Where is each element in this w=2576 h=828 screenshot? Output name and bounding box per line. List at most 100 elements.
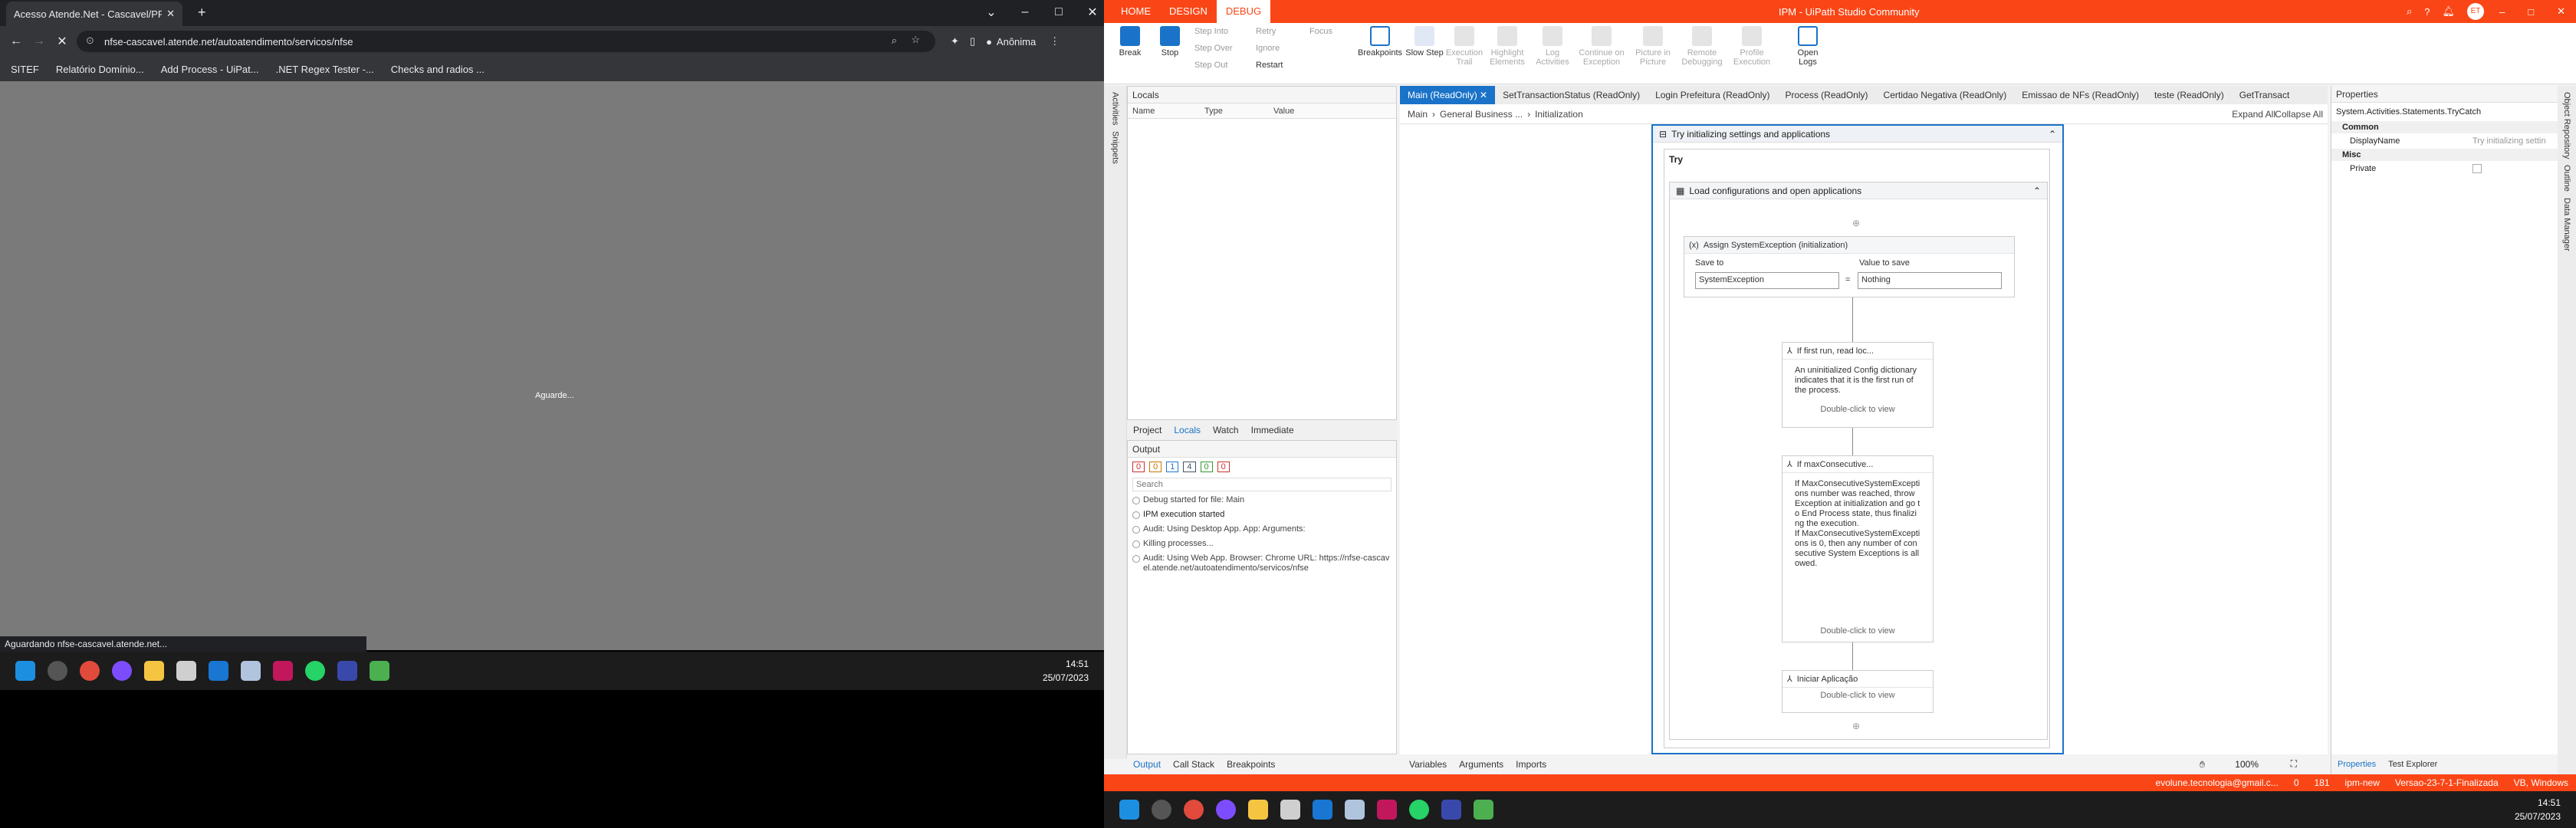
output-line[interactable]: IPM execution started <box>1128 508 1396 522</box>
sidebar-icon[interactable]: ▯ <box>970 35 975 48</box>
help-icon[interactable]: ? <box>2424 6 2430 18</box>
notes-icon[interactable] <box>176 661 196 681</box>
branch-status[interactable]: ipm-new <box>2338 777 2387 788</box>
highlight-elements-button[interactable]: Highlight Elements <box>1484 23 1530 67</box>
if-max-consecutive-activity[interactable]: ⅄ If maxConsecutive... If MaxConsecutiveS… <box>1782 455 1934 642</box>
pan-icon[interactable]: ✋︎ <box>2200 759 2205 770</box>
value-field[interactable]: Nothing <box>1858 272 2002 289</box>
bookmark-4[interactable]: Checks and radios ... <box>391 64 485 75</box>
activities-side-tab[interactable]: Activities <box>1111 92 1120 125</box>
menu-design[interactable]: DESIGN <box>1160 0 1217 23</box>
menu-icon[interactable]: ⋮ <box>1050 35 1060 48</box>
fit-icon[interactable]: ⛶ <box>2291 758 2297 770</box>
search-icon[interactable]: ⌕ <box>2407 5 2412 18</box>
slow-step-button[interactable]: Slow Step <box>1405 23 1444 58</box>
doc-tab[interactable]: Certidao Negativa (ReadOnly) <box>1876 86 2015 104</box>
bookmark-0[interactable]: SITEF <box>11 64 39 75</box>
collapse-icon[interactable]: ⌃ <box>2049 129 2056 140</box>
filter-warnings[interactable]: 0 <box>1149 462 1162 472</box>
screen-icon[interactable] <box>1345 800 1365 820</box>
breadcrumb-item[interactable]: General Business ... <box>1440 109 1523 120</box>
displayname-field[interactable]: Try initializing settin <box>2472 136 2546 146</box>
browser-tab[interactable]: Acesso Atende.Net - Cascavel/PR ✕ <box>6 2 182 26</box>
app-icon[interactable] <box>1152 800 1171 820</box>
tab-project[interactable]: Project <box>1127 425 1168 435</box>
clock[interactable]: 14:51 25/07/2023 <box>2515 796 2561 823</box>
address-bar[interactable]: ⊙ nfse-cascavel.atende.net/autoatendimen… <box>77 31 935 52</box>
github-icon[interactable] <box>1216 800 1236 820</box>
back-icon[interactable]: ← <box>5 34 28 48</box>
studio-minimize-icon[interactable]: – <box>2499 6 2505 18</box>
ignore-button[interactable]: Ignore <box>1256 40 1309 57</box>
profile-label[interactable]: Anônima <box>997 36 1036 48</box>
github-icon[interactable] <box>112 661 132 681</box>
extensions-icon[interactable]: ✦ <box>951 35 959 48</box>
platform-status[interactable]: VB, Windows <box>2506 777 2576 788</box>
tab-variables[interactable]: Variables <box>1403 759 1453 770</box>
output-search-input[interactable] <box>1132 478 1392 491</box>
col-type[interactable]: Type <box>1204 107 1273 116</box>
close-tab-icon[interactable]: ✕ <box>166 8 175 20</box>
whatsapp-icon[interactable] <box>305 661 325 681</box>
doc-tab[interactable]: GetTransact <box>2232 86 2298 104</box>
folder-icon[interactable] <box>144 661 164 681</box>
execution-trail-button[interactable]: Execution Trail <box>1444 23 1484 67</box>
breadcrumb-item[interactable]: Initialization <box>1535 109 1583 120</box>
picture-in-picture-button[interactable]: Picture in Picture <box>1628 23 1677 67</box>
bookmark-2[interactable]: Add Process - UiPat... <box>161 64 259 75</box>
output-line[interactable]: Killing processes... <box>1128 537 1396 551</box>
snippets-side-tab[interactable]: Snippets <box>1111 131 1120 164</box>
continue-on-exception-button[interactable]: Continue on Exception <box>1575 23 1628 67</box>
forward-icon[interactable]: → <box>28 34 51 48</box>
tab-test-explorer[interactable]: Test Explorer <box>2382 760 2443 769</box>
if-first-run-activity[interactable]: ⅄ If first run, read loc... An uninitiali… <box>1782 342 1934 428</box>
studio-icon[interactable] <box>209 661 228 681</box>
col-value[interactable]: Value <box>1273 107 1294 116</box>
version-status[interactable]: Versao-23-7-1-Finalizada <box>2387 777 2506 788</box>
add-activity-icon[interactable]: ⊕ <box>1852 721 1860 731</box>
doc-tab[interactable]: SetTransactionStatus (ReadOnly) <box>1495 86 1648 104</box>
tab-locals[interactable]: Locals <box>1168 425 1207 435</box>
app-icon-2[interactable] <box>1377 800 1397 820</box>
step-into-button[interactable]: Step Into <box>1194 23 1256 40</box>
chrome-icon[interactable] <box>1184 800 1204 820</box>
studio-icon[interactable] <box>1313 800 1332 820</box>
whatsapp-icon[interactable] <box>1409 800 1429 820</box>
studio-close-icon[interactable]: ✕ <box>2557 5 2565 18</box>
doc-tab[interactable]: Emissao de NFs (ReadOnly) <box>2014 86 2147 104</box>
windows-start-icon[interactable] <box>1119 800 1139 820</box>
screen-icon[interactable] <box>241 661 261 681</box>
bookmark-1[interactable]: Relatório Domínio... <box>56 64 144 75</box>
media-icon[interactable] <box>370 661 389 681</box>
filter-info[interactable]: 1 <box>1166 462 1179 472</box>
change-count[interactable]: 181 <box>2307 777 2338 788</box>
data-manager-tab[interactable]: Data Manager <box>2562 198 2571 251</box>
output-line[interactable]: Debug started for file: Main <box>1128 493 1396 508</box>
output-line[interactable]: Audit: Using Desktop App. App: Arguments… <box>1128 522 1396 537</box>
expand-all-button[interactable]: Expand All <box>2232 109 2275 120</box>
menu-debug[interactable]: DEBUG <box>1216 0 1271 23</box>
filter-errors[interactable]: 0 <box>1132 462 1145 472</box>
filter-fatal[interactable]: 0 <box>1217 462 1230 472</box>
invoke-activity[interactable]: ⅄ Iniciar Aplicação Double-click to view <box>1782 670 1934 713</box>
add-activity-icon[interactable]: ⊕ <box>1852 218 1860 228</box>
category-misc[interactable]: Misc <box>2331 149 2558 161</box>
filter-verbose[interactable]: 0 <box>1200 462 1213 472</box>
private-checkbox[interactable] <box>2472 164 2482 173</box>
tab-imports[interactable]: Imports <box>1510 759 1552 770</box>
open-logs-button[interactable]: Open Logs <box>1788 23 1828 67</box>
sequence-activity[interactable]: ▦ Load configurations and open applicati… <box>1669 182 2048 740</box>
zoom-value[interactable]: 100% <box>2235 759 2259 770</box>
collapse-all-button[interactable]: Collapse All <box>2275 109 2323 120</box>
tab-call-stack[interactable]: Call Stack <box>1167 759 1221 770</box>
object-repository-tab[interactable]: Object Repository <box>2562 92 2571 159</box>
filter-trace[interactable]: 4 <box>1183 462 1196 472</box>
media-icon[interactable] <box>1474 800 1493 820</box>
try-catch-activity[interactable]: ⊟ Try initializing settings and applicat… <box>1651 124 2064 754</box>
breadcrumb-item[interactable]: Main <box>1408 109 1428 120</box>
doc-tab-main[interactable]: Main (ReadOnly) ✕ <box>1400 86 1496 104</box>
doc-tab[interactable]: Process (ReadOnly) <box>1777 86 1875 104</box>
studio-maximize-icon[interactable]: □ <box>2528 6 2534 18</box>
robot-icon[interactable] <box>337 661 357 681</box>
user-avatar[interactable]: ET <box>2467 3 2484 20</box>
